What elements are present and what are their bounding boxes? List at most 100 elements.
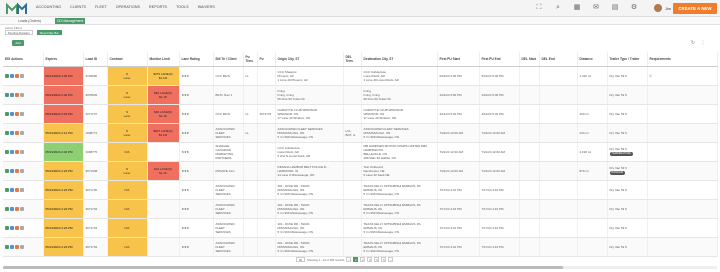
accept-icon[interactable] xyxy=(5,244,9,249)
page-button[interactable]: 4 xyxy=(374,257,380,262)
column-header[interactable]: Pu Tries xyxy=(243,52,258,67)
expand-icon[interactable]: ⛶ xyxy=(535,4,543,12)
settings-icon[interactable]: ⚙ xyxy=(630,4,638,12)
view-icon[interactable] xyxy=(10,187,14,192)
table-row[interactable]: 05/13/2024 2:46 PM 3078620 N Lane $61 LANE(… xyxy=(3,85,718,105)
cell-load-id[interactable]: 3071038 xyxy=(83,161,108,181)
tab-loads-orders[interactable]: Loads (Orders) xyxy=(12,18,47,24)
column-header[interactable]: DEL Start xyxy=(519,52,540,67)
column-header[interactable]: Trailer Type / Trailer xyxy=(607,52,648,67)
nav-item-operations[interactable]: OPERATIONS xyxy=(116,5,140,9)
column-header[interactable]: Load ID xyxy=(83,52,108,67)
app-logo-icon[interactable] xyxy=(6,2,28,15)
prev-page-icon[interactable]: ‹ xyxy=(346,257,352,262)
reject-icon[interactable] xyxy=(15,206,19,211)
nav-item-reports[interactable]: REPORTS xyxy=(149,5,167,9)
more-icon[interactable] xyxy=(20,149,24,154)
column-header[interactable]: Pu xyxy=(257,52,276,67)
column-header[interactable]: DEL End xyxy=(539,52,578,67)
user-menu[interactable]: Jim xyxy=(654,4,671,12)
view-icon[interactable] xyxy=(10,168,14,173)
page-button[interactable]: 3 xyxy=(367,257,373,262)
view-icon[interactable] xyxy=(10,92,14,97)
more-icon[interactable] xyxy=(20,73,24,78)
view-icon[interactable] xyxy=(10,244,14,249)
table-row[interactable]: 05/13/2024 2:23 PM 3071038 N Lane $41 LANE(… xyxy=(3,161,718,181)
show-filter-bar-button[interactable]: Show Filter Bar xyxy=(36,30,62,35)
reject-icon[interactable] xyxy=(15,130,19,135)
nav-item-fleet[interactable]: FLEET xyxy=(95,5,107,9)
create-new-button[interactable]: CREATE A NEW xyxy=(673,3,717,14)
accept-icon[interactable] xyxy=(5,225,9,230)
view-icon[interactable] xyxy=(10,206,14,211)
horizontal-scrollbar[interactable] xyxy=(3,266,717,269)
column-header[interactable]: Contract xyxy=(107,52,148,67)
reject-icon[interactable] xyxy=(15,149,19,154)
cell-load-id[interactable]: 3671703 xyxy=(83,218,108,238)
more-icon[interactable] xyxy=(20,244,24,249)
more-icon[interactable] xyxy=(20,206,24,211)
reject-icon[interactable] xyxy=(15,187,19,192)
more-icon[interactable] xyxy=(20,225,24,230)
column-header[interactable]: Bill To / Client xyxy=(213,52,244,67)
column-header[interactable]: First PU Start xyxy=(437,52,480,67)
reject-icon[interactable] xyxy=(15,73,19,78)
accept-icon[interactable] xyxy=(5,130,9,135)
page-button[interactable]: 2 xyxy=(360,257,366,262)
reject-icon[interactable] xyxy=(15,111,19,116)
accept-icon[interactable] xyxy=(5,149,9,154)
page-button[interactable]: 1 xyxy=(353,257,359,262)
column-header[interactable]: Requirements xyxy=(647,52,718,67)
accept-icon[interactable] xyxy=(5,73,9,78)
column-header[interactable]: EDI Actions xyxy=(3,52,44,67)
nav-item-clients[interactable]: CLIENTS xyxy=(70,5,86,9)
cell-load-id[interactable]: 3071707 xyxy=(83,104,108,124)
table-row[interactable]: 05/13/2024 2:23 PM 3671702 N/A ★★★ ASSOCIATE… xyxy=(3,199,718,219)
more-icon[interactable] xyxy=(20,92,24,97)
calendar-icon[interactable]: ▦ xyxy=(573,4,581,12)
reject-icon[interactable] xyxy=(15,225,19,230)
notification-icon[interactable]: ✉ xyxy=(592,4,600,12)
add-button[interactable]: Add xyxy=(12,40,24,46)
column-header[interactable]: DEL Tries xyxy=(343,52,362,67)
accept-icon[interactable] xyxy=(5,206,9,211)
chart-icon[interactable]: ▤ xyxy=(611,4,619,12)
column-header[interactable]: Origin City, ST xyxy=(275,52,344,67)
nav-item-waivers[interactable]: WAIVERS xyxy=(198,5,215,9)
accept-icon[interactable] xyxy=(5,111,9,116)
next-page-icon[interactable]: › xyxy=(388,257,394,262)
cell-load-id[interactable]: 3098775 xyxy=(83,142,108,162)
view-icon[interactable] xyxy=(10,130,14,135)
column-header[interactable]: Monitor Limit xyxy=(147,52,180,67)
view-icon[interactable] xyxy=(10,149,14,154)
reject-icon[interactable] xyxy=(15,92,19,97)
cell-load-id[interactable]: 3671702 xyxy=(83,199,108,219)
accept-icon[interactable] xyxy=(5,168,9,173)
column-header[interactable]: Expires xyxy=(43,52,84,67)
tab-cdi-management[interactable]: CDI Management xyxy=(55,18,85,24)
table-row[interactable]: 05/14/2024 3:30 PM 3193890 N Lane $375 LANE… xyxy=(3,66,718,86)
column-header[interactable]: Distance xyxy=(577,52,608,67)
view-icon[interactable] xyxy=(10,225,14,230)
cell-load-id[interactable]: 1608771 xyxy=(83,123,108,143)
table-row[interactable]: 05/13/2024 2:23 PM 3671700 N/A ★★★ ASSOCIATE… xyxy=(3,180,718,200)
reject-icon[interactable] xyxy=(15,168,19,173)
page-button[interactable]: 5 xyxy=(381,257,387,262)
table-row[interactable]: 05/13/2024 2:40 PM 3098775 N/A ★★★ SHAKLEE C… xyxy=(3,142,718,162)
page-size-select[interactable]: 50 xyxy=(296,257,306,262)
table-row[interactable]: 05/13/2024 2:14 PM 1608771 N Lane $527 LANE… xyxy=(3,123,718,143)
more-icon[interactable] xyxy=(20,111,24,116)
column-header[interactable]: Lane Rating xyxy=(179,52,214,67)
view-icon[interactable] xyxy=(10,73,14,78)
search-icon[interactable]: ⌕ xyxy=(554,4,562,12)
table-row[interactable]: 05/13/2024 2:43 PM 3071707 N Lane $94 LANE(… xyxy=(3,104,718,124)
columns-icon[interactable]: ⋮ xyxy=(700,40,706,46)
more-icon[interactable] xyxy=(20,168,24,173)
cell-load-id[interactable]: 3078620 xyxy=(83,85,108,105)
cell-load-id[interactable]: 3671700 xyxy=(83,180,108,200)
refresh-icon[interactable]: ↻ xyxy=(690,40,696,46)
column-header[interactable]: First PU End xyxy=(479,52,520,67)
accept-icon[interactable] xyxy=(5,187,9,192)
nav-item-accounting[interactable]: ACCOUNTING xyxy=(36,5,61,9)
cell-load-id[interactable]: 3671704 xyxy=(83,237,108,257)
